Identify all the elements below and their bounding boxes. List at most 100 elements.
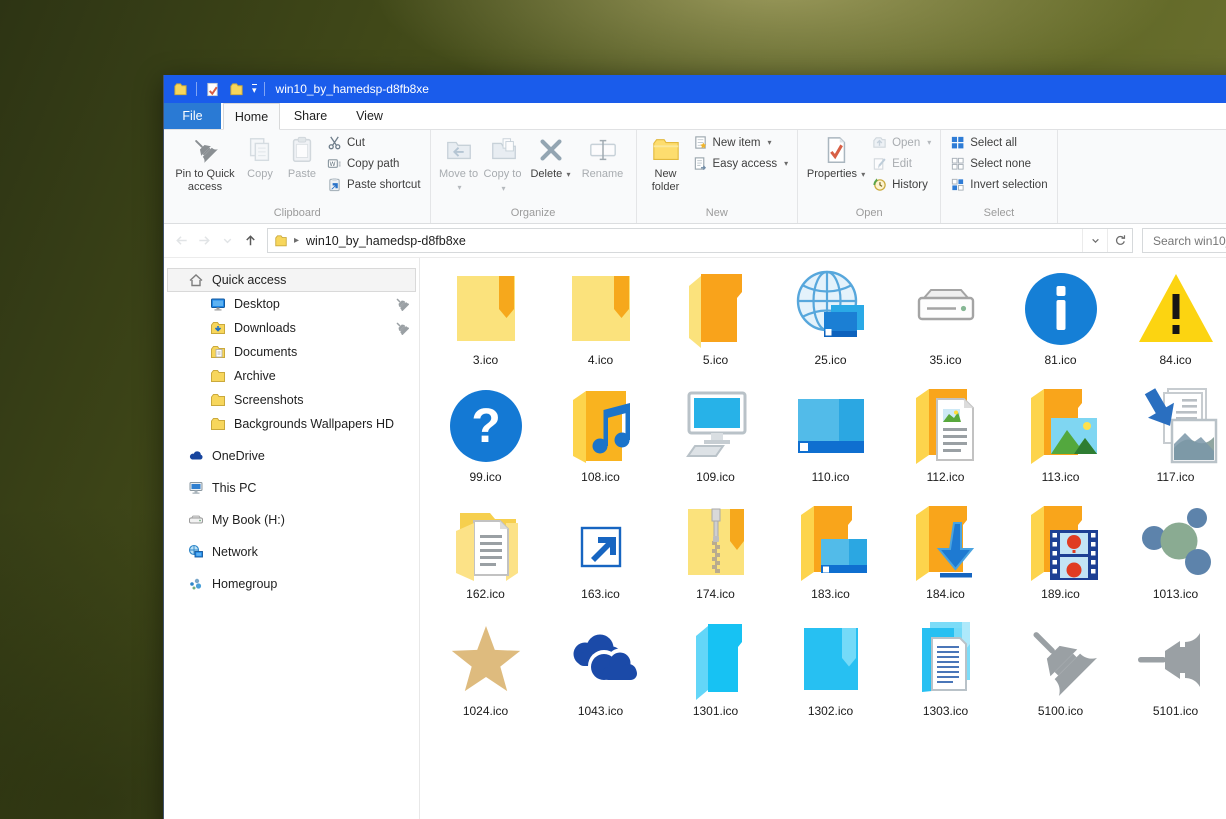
file-name-label: 162.ico	[466, 587, 505, 601]
file-item-1024-ico[interactable]: 1024.ico	[428, 617, 543, 734]
file-item-1302-ico[interactable]: 1302.ico	[773, 617, 888, 734]
tab-file[interactable]: File	[164, 103, 221, 129]
pin-icon[interactable]	[394, 296, 409, 311]
file-item-1303-ico[interactable]: 1303.ico	[888, 617, 1003, 734]
file-item-1013-ico[interactable]: 1013.ico	[1118, 500, 1226, 617]
file-item-162-ico[interactable]: 162.ico	[428, 500, 543, 617]
file-item-5101-ico[interactable]: 5101.ico	[1118, 617, 1226, 734]
folder-icon	[210, 416, 226, 432]
folder-icon	[210, 368, 226, 384]
file-item-184-ico[interactable]: 184.ico	[888, 500, 1003, 617]
sidebar-item-archive[interactable]: Archive	[164, 364, 419, 388]
invert-selection-button[interactable]: Invert selection	[947, 176, 1050, 193]
file-item-5-ico[interactable]: 5.ico	[658, 266, 773, 383]
tab-home[interactable]: Home	[223, 103, 280, 130]
new-item-button[interactable]: New item ▾	[690, 134, 792, 151]
sidebar-item-backgrounds-wallpapers-hd[interactable]: Backgrounds Wallpapers HD	[164, 412, 419, 436]
customize-quick-access-chevron[interactable]: ▾	[252, 84, 257, 95]
new-folder-button[interactable]: New folder	[643, 133, 689, 206]
address-bar-row: ▸ win10_by_hamedsp-d8fb8xe	[164, 224, 1226, 258]
file-item-109-ico[interactable]: 109.ico	[658, 383, 773, 500]
search-box[interactable]	[1142, 228, 1226, 253]
network-icon	[188, 544, 204, 560]
rename-button: Rename	[576, 133, 630, 206]
file-item-189-ico[interactable]: 189.ico	[1003, 500, 1118, 617]
sidebar-item-quick-access[interactable]: Quick access	[167, 268, 416, 292]
file-name-label: 4.ico	[588, 353, 613, 367]
dropdown-caret-icon: ▾	[564, 170, 570, 179]
copy-to-icon	[488, 134, 520, 166]
file-item-3-ico[interactable]: 3.ico	[428, 266, 543, 383]
sidebar-item-network[interactable]: Network	[164, 540, 419, 564]
history-button[interactable]: History	[869, 176, 934, 193]
tab-share[interactable]: Share	[282, 103, 339, 129]
breadcrumb[interactable]: win10_by_hamedsp-d8fb8xe	[301, 234, 471, 248]
pin-to-quick-access-button[interactable]: Pin to Quick access	[171, 133, 239, 206]
sidebar-item-documents[interactable]: Documents	[164, 340, 419, 364]
pin-icon[interactable]	[394, 320, 409, 335]
file-item-81-ico[interactable]: 81.ico	[1003, 266, 1118, 383]
button-label: New item	[713, 137, 761, 149]
sidebar-item-homegroup[interactable]: Homegroup	[164, 572, 419, 596]
tab-view[interactable]: View	[341, 103, 398, 129]
select-all-button[interactable]: Select all	[947, 134, 1050, 151]
file-name-label: 1302.ico	[808, 704, 853, 718]
sidebar-item-my-book-h[interactable]: My Book (H:)	[164, 508, 419, 532]
shortcut-arrow-icon	[558, 500, 644, 586]
ribbon-group-select: Select all Select none Invert selection Sel…	[941, 130, 1057, 223]
folder-open-cyan-icon	[673, 617, 759, 703]
qat-paste-icon[interactable]	[204, 81, 221, 98]
button-label: Open	[892, 137, 920, 149]
breadcrumb-chevron[interactable]: ▸	[292, 235, 301, 246]
file-item-113-ico[interactable]: 113.ico	[1003, 383, 1118, 500]
sidebar-item-this-pc[interactable]: This PC	[164, 476, 419, 500]
ribbon-group-open: Properties ▾Open▾EditHistoryOpen	[798, 130, 941, 223]
sidebar-item-desktop[interactable]: Desktop	[164, 292, 419, 316]
file-item-163-ico[interactable]: 163.ico	[543, 500, 658, 617]
easy-access-button[interactable]: Easy access▾	[690, 155, 792, 172]
file-item-183-ico[interactable]: 183.ico	[773, 500, 888, 617]
file-item-112-ico[interactable]: 112.ico	[888, 383, 1003, 500]
dropdown-caret-icon: ▾	[767, 138, 771, 147]
file-item-4-ico[interactable]: 4.ico	[543, 266, 658, 383]
file-item-1043-ico[interactable]: 1043.ico	[543, 617, 658, 734]
documents-icon	[210, 344, 226, 360]
qat-new-folder-icon[interactable]	[228, 81, 245, 98]
ribbon-group-label: Organize	[431, 206, 636, 223]
button-label: Move to	[439, 168, 478, 180]
up-button[interactable]	[239, 229, 261, 253]
move-to-button: Move to ▾	[437, 133, 481, 206]
address-dropdown-chevron[interactable]	[1082, 229, 1107, 252]
sidebar-item-downloads[interactable]: Downloads	[164, 316, 419, 340]
delete-button[interactable]: Delete ▾	[527, 133, 575, 206]
select-none-button[interactable]: Select none	[947, 155, 1050, 172]
file-name-label: 1301.ico	[693, 704, 738, 718]
file-item-84-ico[interactable]: 84.ico	[1118, 266, 1226, 383]
address-bar[interactable]: ▸ win10_by_hamedsp-d8fb8xe	[267, 228, 1133, 253]
file-item-5100-ico[interactable]: 5100.ico	[1003, 617, 1118, 734]
refresh-icon[interactable]	[1107, 229, 1132, 252]
file-item-174-ico[interactable]: 174.ico	[658, 500, 773, 617]
properties-button[interactable]: Properties ▾	[804, 133, 868, 206]
sidebar-item-screenshots[interactable]: Screenshots	[164, 388, 419, 412]
file-item-110-ico[interactable]: 110.ico	[773, 383, 888, 500]
search-input[interactable]	[1151, 233, 1226, 249]
file-name-label: 35.ico	[929, 353, 961, 367]
edit-button: Edit	[869, 155, 934, 172]
sidebar-item-onedrive[interactable]: OneDrive	[164, 444, 419, 468]
ribbon-group-label: Open	[798, 206, 940, 223]
sidebar-item-label: Documents	[234, 345, 297, 359]
file-item-35-ico[interactable]: 35.ico	[888, 266, 1003, 383]
file-item-117-ico[interactable]: 117.ico	[1118, 383, 1226, 500]
cut-button[interactable]: Cut	[324, 134, 424, 151]
paste-shortcut-button[interactable]: Paste shortcut	[324, 176, 424, 193]
copy-path-button[interactable]: WCopy path	[324, 155, 424, 172]
navigation-pane: Quick accessDesktopDownloads Documents Arc…	[164, 258, 420, 819]
file-item-1301-ico[interactable]: 1301.ico	[658, 617, 773, 734]
ribbon-group-label: Select	[941, 206, 1056, 223]
button-label: Select none	[970, 158, 1031, 170]
file-item-108-ico[interactable]: 108.ico	[543, 383, 658, 500]
question-circle-icon: ?	[443, 383, 529, 469]
file-item-25-ico[interactable]: 25.ico	[773, 266, 888, 383]
file-item-99-ico[interactable]: ?99.ico	[428, 383, 543, 500]
